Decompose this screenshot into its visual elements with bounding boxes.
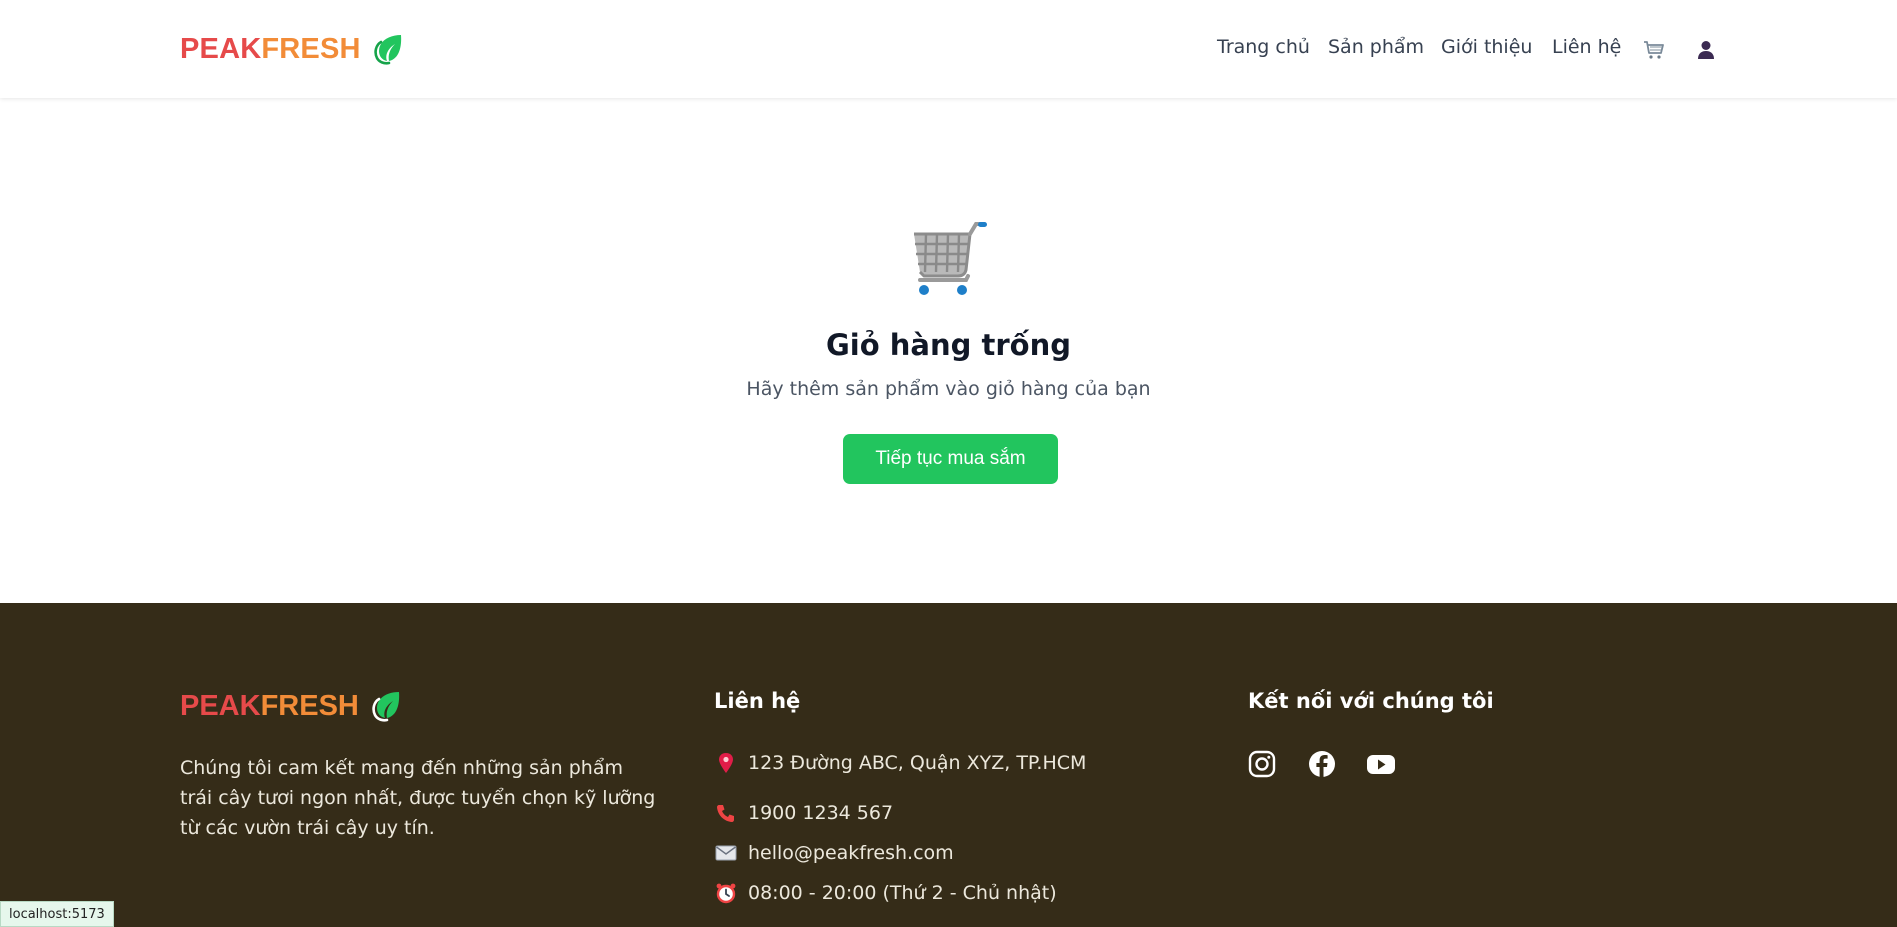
phone-icon: [715, 802, 737, 824]
mail-icon: [715, 842, 737, 864]
leaf-icon: [372, 692, 400, 722]
clock-icon: [715, 882, 737, 904]
contact-hours-text: 08:00 - 20:00 (Thứ 2 - Chủ nhật): [748, 882, 1057, 904]
facebook-icon[interactable]: [1307, 749, 1337, 779]
nav-contact[interactable]: Liên hệ: [1552, 36, 1621, 58]
pin-icon: [715, 752, 737, 774]
contact-address-text: 123 Đường ABC, Quận XYZ, TP.HCM: [748, 752, 1087, 774]
contact-address: 123 Đường ABC, Quận XYZ, TP.HCM: [715, 752, 1086, 774]
continue-shopping-button[interactable]: Tiếp tục mua sắm: [843, 434, 1058, 484]
contact-phone: 1900 1234 567: [715, 802, 893, 824]
main-nav: Trang chủ Sản phẩm Giới thiệu Liên hệ: [0, 36, 1897, 64]
nav-products[interactable]: Sản phẩm: [1328, 36, 1424, 58]
footer-description: Chúng tôi cam kết mang đến những sản phẩ…: [180, 757, 656, 839]
footer-contact-heading: Liên hệ: [714, 689, 801, 713]
footer-logo[interactable]: PEAK FRESH: [180, 689, 403, 723]
contact-email-text: hello@peakfresh.com: [748, 842, 954, 864]
site-footer: PEAK FRESH Chúng tôi cam kết mang đến nhữ…: [0, 603, 1897, 927]
status-bar-url: localhost:5173: [0, 901, 114, 927]
empty-cart-subtitle: Hãy thêm sản phẩm vào giỏ hàng của bạn: [746, 378, 1151, 400]
site-header: PEAK FRESH Trang chủ Sản phẩm Giới thiệu …: [0, 0, 1897, 98]
empty-cart-title: Giỏ hàng trống: [826, 328, 1071, 362]
contact-phone-text: 1900 1234 567: [748, 802, 894, 824]
nav-home[interactable]: Trang chủ: [1217, 36, 1310, 58]
shopping-cart-icon: [914, 222, 987, 295]
footer-logo-text-peak: PEAK: [180, 689, 261, 722]
instagram-icon[interactable]: [1247, 749, 1277, 779]
footer-social-heading: Kết nối với chúng tôi: [1248, 689, 1494, 713]
contact-email: hello@peakfresh.com: [715, 842, 954, 864]
user-icon[interactable]: [1694, 38, 1718, 62]
nav-about[interactable]: Giới thiệu: [1441, 36, 1532, 58]
contact-hours: 08:00 - 20:00 (Thứ 2 - Chủ nhật): [715, 882, 1057, 904]
footer-logo-text-fresh: FRESH: [260, 689, 359, 722]
empty-cart-section: Giỏ hàng trống Hãy thêm sản phẩm vào giỏ…: [0, 98, 1897, 603]
youtube-icon[interactable]: [1366, 749, 1396, 779]
cart-icon[interactable]: [1642, 38, 1666, 62]
